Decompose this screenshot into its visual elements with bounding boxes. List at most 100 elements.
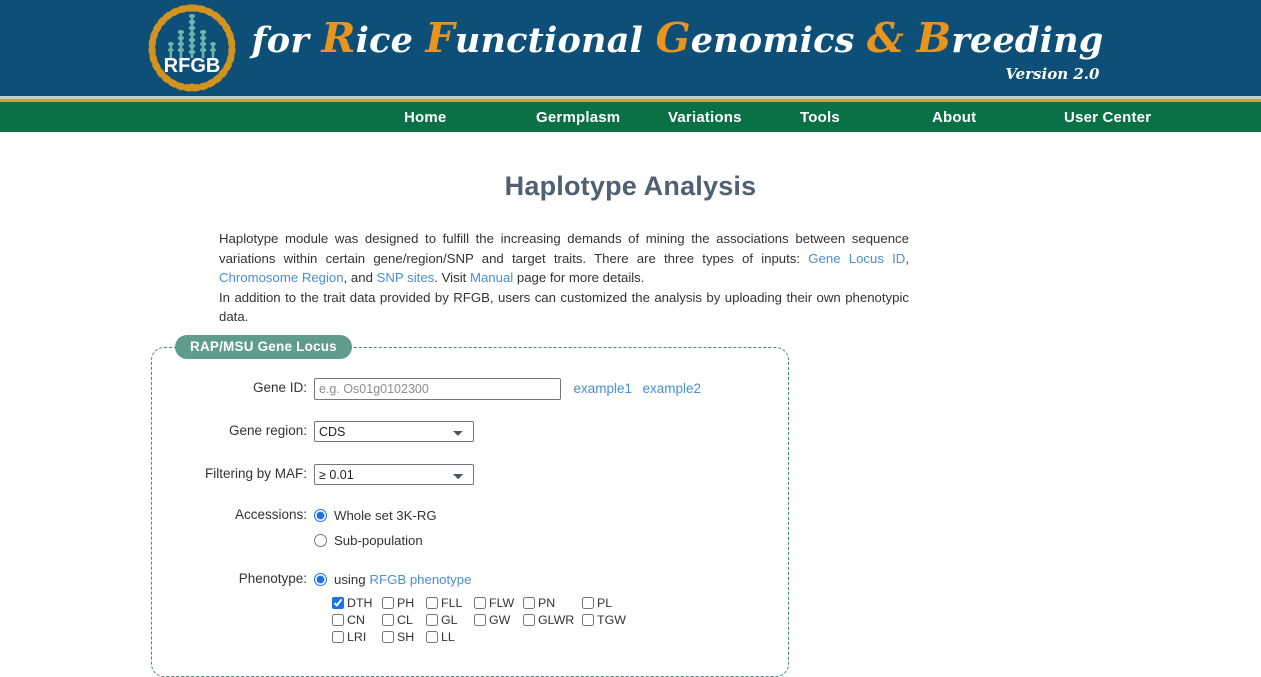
trait-label-pl: PL <box>597 595 613 610</box>
trait-label-cl: CL <box>397 612 413 627</box>
trait-checkbox-ll[interactable]: LL <box>426 630 474 644</box>
gene-id-input[interactable] <box>314 378 561 400</box>
trait-checkbox-flw[interactable]: FLW <box>474 596 523 610</box>
trait-checkbox-fll[interactable]: FLL <box>426 596 474 610</box>
trait-label-pn: PN <box>538 595 556 610</box>
trait-input-gw[interactable] <box>474 613 486 626</box>
trait-label-gw: GW <box>489 612 511 627</box>
trait-input-pn[interactable] <box>523 596 535 609</box>
main-navigation: Home Germplasm Variations Tools About Us… <box>0 102 1261 132</box>
intro-paragraph-1: Haplotype module was designed to fulfill… <box>219 229 909 288</box>
site-masthead: RFGB for Rice Functional Genomics & Bree… <box>0 0 1261 96</box>
maf-control: ≥ 0.01 <box>314 464 788 485</box>
trait-checkbox-pn[interactable]: PN <box>523 596 582 610</box>
trait-checkbox-cl[interactable]: CL <box>382 613 426 627</box>
field-row-phenotype: Phenotype: using RFGB phenotype DTH PH F… <box>152 551 788 645</box>
trait-checkbox-dth[interactable]: DTH <box>332 596 382 610</box>
brand-row: RFGB for Rice Functional Genomics & Bree… <box>146 2 1104 94</box>
field-row-accessions: Accessions: Whole set 3K-RG Sub-populati… <box>152 483 788 551</box>
link-manual[interactable]: Manual <box>470 270 513 285</box>
panel-legend: RAP/MSU Gene Locus <box>175 335 352 359</box>
trait-input-cn[interactable] <box>332 613 344 626</box>
maf-label: Filtering by MAF: <box>204 466 307 481</box>
trait-label-glwr: GLWR <box>538 612 575 627</box>
nav-item-variations[interactable]: Variations <box>668 109 800 126</box>
nav-item-home[interactable]: Home <box>404 109 536 126</box>
nav-item-user-center[interactable]: User Center <box>1064 109 1184 126</box>
accessions-control: Whole set 3K-RG Sub-population <box>314 505 788 551</box>
intro-paragraph-2: In addition to the trait data provided b… <box>219 289 909 325</box>
phenotype-radio-rfgb[interactable] <box>314 573 327 586</box>
trait-label-ph: PH <box>397 595 415 610</box>
phenotype-trait-row: DTH PH FLL FLW PN PL <box>332 594 788 611</box>
link-gene-locus-id[interactable]: Gene Locus ID <box>808 251 905 266</box>
intro-p1-e: page for more details. <box>513 270 645 285</box>
nav-item-germplasm[interactable]: Germplasm <box>536 109 668 126</box>
wordmark-wrap: for Rice Functional Genomics & Breeding … <box>252 13 1104 83</box>
trait-label-ll: LL <box>441 629 455 644</box>
gene-locus-panel: RAP/MSU Gene Locus Gene ID: example1 exa… <box>151 335 789 677</box>
nav-items: Home Germplasm Variations Tools About Us… <box>404 109 1184 126</box>
trait-checkbox-pl[interactable]: PL <box>582 596 632 610</box>
trait-checkbox-lri[interactable]: LRI <box>332 630 382 644</box>
trait-input-ph[interactable] <box>382 596 394 609</box>
link-snp-sites[interactable]: SNP sites <box>377 270 435 285</box>
phenotype-option-rfgb[interactable]: using RFGB phenotype <box>314 569 788 590</box>
trait-label-dth: DTH <box>347 595 373 610</box>
trait-input-dth[interactable] <box>332 596 344 609</box>
rfgb-phenotype-link[interactable]: RFGB phenotype <box>370 572 472 587</box>
trait-input-tgw[interactable] <box>582 613 594 626</box>
trait-checkbox-tgw[interactable]: TGW <box>582 613 632 627</box>
field-row-gene-id: Gene ID: example1 example2 <box>152 378 788 408</box>
accessions-option-whole-set-label: Whole set 3K-RG <box>334 508 437 523</box>
accessions-radio-subpopulation[interactable] <box>314 534 327 547</box>
nav-item-about[interactable]: About <box>932 109 1064 126</box>
phenotype-trait-row: LRI SH LL <box>332 628 788 645</box>
trait-input-lri[interactable] <box>332 630 344 643</box>
trait-input-fll[interactable] <box>426 596 438 609</box>
intro-text: Haplotype module was designed to fulfill… <box>219 229 909 327</box>
trait-checkbox-glwr[interactable]: GLWR <box>523 613 582 627</box>
example2-link[interactable]: example2 <box>642 381 701 396</box>
logo-text: RFGB <box>163 55 220 77</box>
trait-label-lri: LRI <box>347 629 367 644</box>
trait-checkbox-gw[interactable]: GW <box>474 613 523 627</box>
version-label: Version 2.0 <box>1005 64 1100 83</box>
link-chromosome-region[interactable]: Chromosome Region <box>219 270 344 285</box>
field-row-gene-region: Gene region: CDS <box>152 408 788 443</box>
trait-input-sh[interactable] <box>382 630 394 643</box>
trait-checkbox-sh[interactable]: SH <box>382 630 426 644</box>
trait-input-pl[interactable] <box>582 596 594 609</box>
gene-region-control: CDS <box>314 421 788 442</box>
accessions-radio-whole-set[interactable] <box>314 509 327 522</box>
trait-input-flw[interactable] <box>474 596 486 609</box>
trait-label-cn: CN <box>347 612 365 627</box>
trait-checkbox-ph[interactable]: PH <box>382 596 426 610</box>
phenotype-trait-row: CN CL GL GW GLWR TGW <box>332 611 788 628</box>
trait-input-gl[interactable] <box>426 613 438 626</box>
trait-label-fll: FLL <box>441 595 463 610</box>
accessions-option-subpopulation[interactable]: Sub-population <box>314 530 788 551</box>
trait-input-ll[interactable] <box>426 630 438 643</box>
trait-checkbox-gl[interactable]: GL <box>426 613 474 627</box>
trait-input-glwr[interactable] <box>523 613 535 626</box>
maf-select[interactable]: ≥ 0.01 <box>314 464 474 485</box>
phenotype-control: using RFGB phenotype DTH PH FLL FLW PN P… <box>314 569 788 645</box>
field-row-maf: Filtering by MAF: ≥ 0.01 <box>152 443 788 485</box>
phenotype-label: Phenotype: <box>238 571 307 586</box>
accessions-option-subpopulation-label: Sub-population <box>334 533 423 548</box>
page-title: Haplotype Analysis <box>504 171 757 201</box>
accessions-option-whole-set[interactable]: Whole set 3K-RG <box>314 505 788 526</box>
trait-checkbox-cn[interactable]: CN <box>332 613 382 627</box>
gene-region-label: Gene region: <box>228 423 307 438</box>
gene-locus-form: Gene ID: example1 example2 Gene region: … <box>152 348 788 645</box>
example1-link[interactable]: example1 <box>573 381 632 396</box>
phenotype-trait-grid: DTH PH FLL FLW PN PL CN CL GL GW GLWR TG… <box>332 594 788 645</box>
nav-item-tools[interactable]: Tools <box>800 109 932 126</box>
gene-id-label: Gene ID: <box>252 380 307 395</box>
gene-region-select[interactable]: CDS <box>314 421 474 442</box>
intro-p1-a: Haplotype module was designed to fulfill… <box>219 231 909 266</box>
rfgb-logo-icon: RFGB <box>146 2 238 94</box>
trait-input-cl[interactable] <box>382 613 394 626</box>
intro-p1-c: , and <box>343 270 377 285</box>
